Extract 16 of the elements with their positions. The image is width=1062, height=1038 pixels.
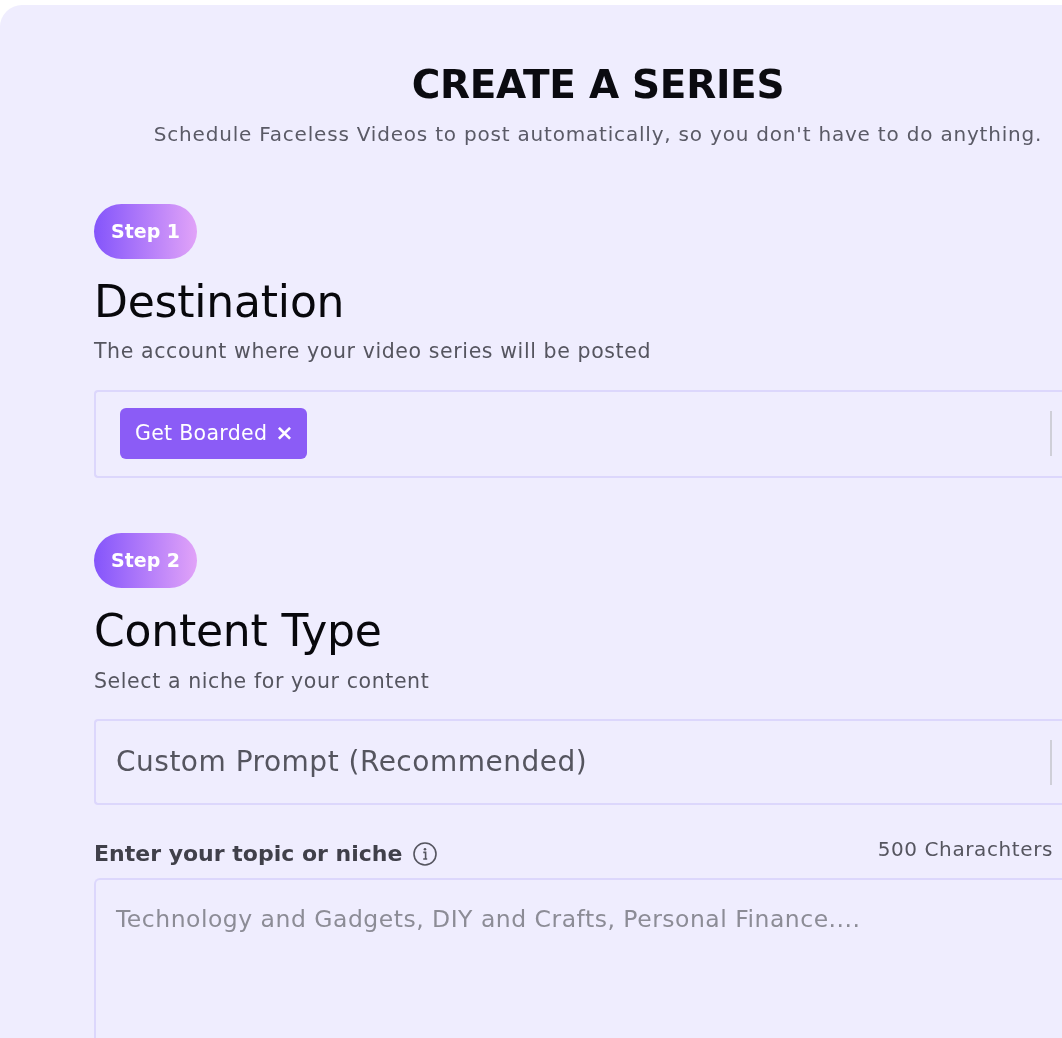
field-label: Enter your topic or niche <box>94 840 403 869</box>
info-icon[interactable] <box>413 841 438 866</box>
niche-select[interactable]: Custom Prompt (Recommended) <box>94 719 1062 806</box>
tag-label: Get Boarded <box>135 419 268 447</box>
character-limit: 500 Charachters <box>877 835 1053 863</box>
page-subtitle: Schedule Faceless Videos to post automatically, so you don't have to do anything. <box>152 120 1044 148</box>
section-description: The account where your video series will be posted <box>94 338 653 366</box>
step-badge: Step 1 <box>94 203 198 259</box>
account-select[interactable]: Get Boarded × <box>94 390 1062 479</box>
step-badge: Step 2 <box>94 533 198 589</box>
topic-textarea[interactable]: Technology and Gadgets, DIY and Crafts, Personal Finance.... <box>94 878 1062 1038</box>
remove-tag-button[interactable]: × <box>275 422 294 445</box>
page-title: CREATE A SERIES <box>410 62 786 109</box>
section-title: Content Type <box>94 606 383 657</box>
section-description: Select a niche for your content <box>94 667 431 695</box>
section-title: Destination <box>94 276 346 328</box>
